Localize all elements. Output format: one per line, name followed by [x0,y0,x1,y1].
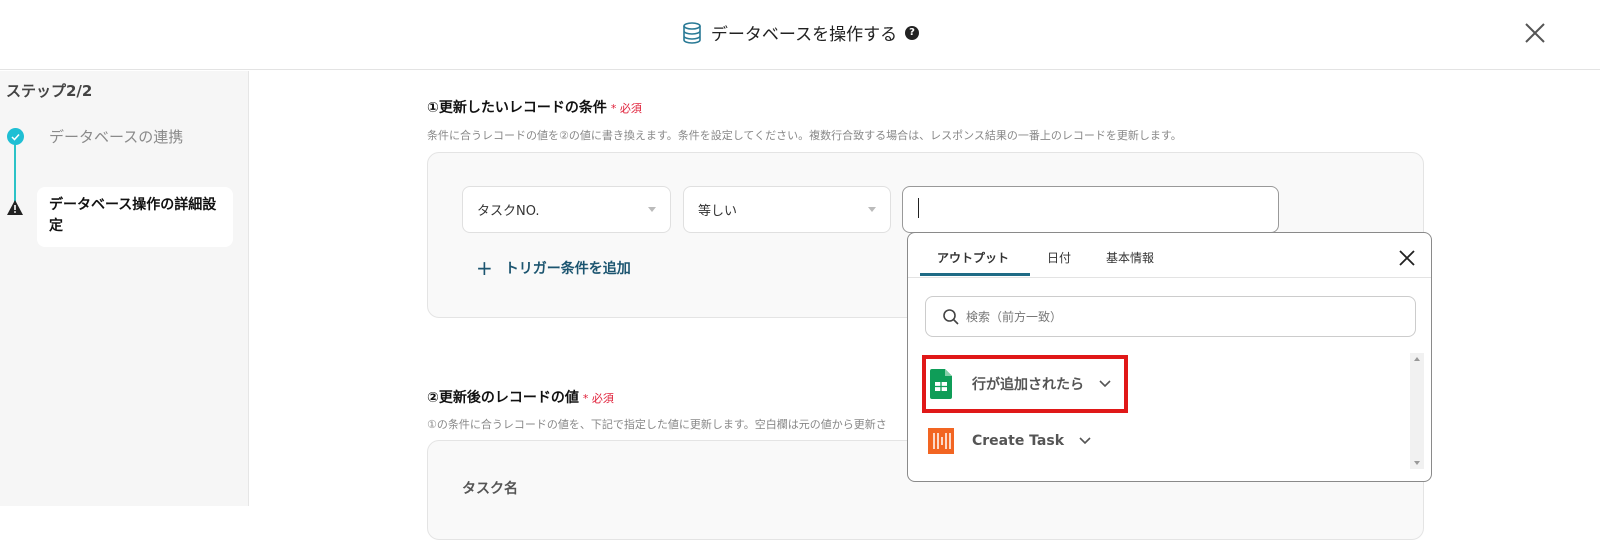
list-item-create-task[interactable]: Create Task [928,428,1092,454]
close-icon[interactable] [1398,249,1416,267]
page-title: データベースを操作する ? [0,20,1600,45]
divider [908,277,1431,278]
highlight-box [922,355,1128,413]
required-badge: * 必須 [582,392,614,405]
sidebar-step-1[interactable]: データベースの連携 [49,126,183,147]
check-icon [7,128,24,145]
chevron-down-icon [648,207,656,212]
section1-desc: 条件に合うレコードの値を②の値に書き換えます。条件を設定してください。複数行合致… [427,129,1182,142]
app-icon [928,428,954,454]
section2-desc: ①の条件に合うレコードの値を、下記で指定した値に更新します。空白欄は元の値から更… [427,418,887,431]
sidebar-step-2[interactable]: データベース操作の詳細設定 [37,187,233,247]
tab-output[interactable]: アウトプット [937,249,1009,266]
section2-title: ②更新後のレコードの値 * 必須 [427,390,614,406]
chevron-down-icon [1079,437,1091,445]
help-icon[interactable]: ? [905,25,920,40]
add-trigger-condition-button[interactable]: + トリガー条件を追加 [476,256,631,280]
tab-date[interactable]: 日付 [1047,249,1071,266]
step-counter: ステップ2/2 [6,82,93,100]
required-badge: * 必須 [610,102,642,115]
operator-select[interactable]: 等しい [683,186,891,233]
text-cursor [918,198,919,218]
active-tab-indicator [920,273,1030,276]
tab-basic-info[interactable]: 基本情報 [1106,249,1154,266]
scrollbar[interactable] [1410,353,1424,469]
chevron-down-icon [868,207,876,212]
plus-icon: + [476,256,493,280]
field-select[interactable]: タスクNO. [462,186,671,233]
search-icon [943,308,959,325]
search-input[interactable]: 検索（前方一致） [925,296,1416,337]
warning-icon [7,200,23,215]
task-name-label: タスク名 [462,481,518,497]
step-connector [14,136,16,208]
close-icon[interactable] [1520,18,1550,48]
value-input[interactable] [902,186,1279,233]
section1-title: ①更新したいレコードの条件 * 必須 [427,100,642,116]
database-icon [683,21,701,44]
